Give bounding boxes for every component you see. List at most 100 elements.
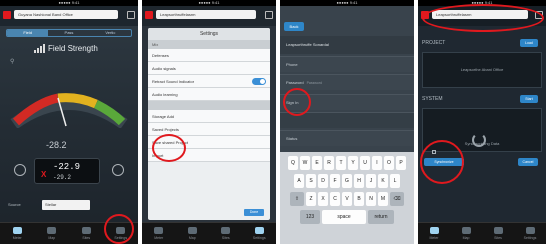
status-bar: ●●●●● 9:41: [280, 0, 414, 6]
meter-icon: [429, 227, 439, 234]
meter-icon: [154, 227, 164, 234]
key-d[interactable]: D: [318, 174, 328, 188]
key-h[interactable]: H: [354, 174, 364, 188]
key-e[interactable]: E: [312, 156, 322, 170]
key-p[interactable]: P: [396, 156, 406, 170]
edit-icon[interactable]: [265, 11, 273, 19]
tabbar-sites[interactable]: Sites: [482, 223, 514, 244]
key-v[interactable]: V: [342, 192, 352, 206]
key-q[interactable]: Q: [288, 156, 298, 170]
signal-gauge: [10, 93, 128, 128]
start-button[interactable]: Start: [520, 95, 538, 103]
map-icon: [187, 227, 197, 234]
key-o[interactable]: O: [384, 156, 394, 170]
source-select[interactable]: Stellar: [42, 200, 90, 210]
key-g[interactable]: G: [342, 174, 352, 188]
tab-bar: Meter Map Sites Settings: [418, 222, 546, 244]
key-u[interactable]: U: [360, 156, 370, 170]
sites-icon: [81, 227, 91, 234]
key-a[interactable]: A: [294, 174, 304, 188]
network-select[interactable]: Guyana Nashional Band Office: [14, 10, 118, 19]
back-button[interactable]: Back: [284, 22, 304, 31]
done-button[interactable]: Done: [244, 209, 264, 216]
key-i[interactable]: I: [372, 156, 382, 170]
tabbar-meter[interactable]: Meter: [418, 223, 450, 244]
phone-login-screen: ●●●●● 9:41 Back Leapsorthruffe Sonardal …: [280, 0, 414, 244]
key-c[interactable]: C: [330, 192, 340, 206]
map-icon: [47, 227, 57, 234]
phone-sync-screen: ●●●●● 9:41 Leapsorthruffelasrm PROJECT L…: [418, 0, 546, 244]
key-y[interactable]: Y: [348, 156, 358, 170]
settings-row-audio-signals[interactable]: Audio signals: [148, 62, 270, 75]
settings-sheet: Settings Mix Defenses Audio signals Retr…: [148, 28, 270, 220]
tab-bar: Meter Map Sites Settings: [142, 222, 276, 244]
nav-bar: Leapsorthruffelasrm: [142, 6, 276, 26]
key-n[interactable]: N: [366, 192, 376, 206]
app-icon[interactable]: [3, 11, 11, 19]
keyboard: Q W E R T Y U I O P A S D F G H J K L ⇧ …: [280, 152, 414, 244]
tabbar-sites[interactable]: Sites: [209, 223, 243, 244]
settings-row-audio-learning[interactable]: Audio learning: [148, 88, 270, 101]
highlight-circle: [283, 88, 311, 116]
info-icon[interactable]: [112, 164, 124, 176]
key-j[interactable]: J: [366, 174, 376, 188]
tabbar-meter[interactable]: Meter: [142, 223, 176, 244]
project-box: Leapsorthe Abani Office: [422, 52, 542, 88]
key-k[interactable]: K: [378, 174, 388, 188]
tabbar-map[interactable]: Map: [35, 223, 70, 244]
key-r[interactable]: R: [324, 156, 334, 170]
mode-segmented-control: Field Pass Vertic: [6, 29, 132, 37]
settings-row-retract-sound[interactable]: Retract Sound Indicator: [148, 75, 270, 88]
phone-settings-screen: ●●●●● 9:41 Leapsorthruffelasrm Settings …: [142, 0, 276, 244]
source-row: Source Stellar: [8, 200, 132, 210]
key-s[interactable]: S: [306, 174, 316, 188]
location-icon[interactable]: ⚲: [10, 58, 14, 65]
settings-row-storage[interactable]: Storage Add: [148, 110, 270, 123]
space-key[interactable]: space: [322, 210, 366, 224]
app-icon[interactable]: [145, 11, 153, 19]
key-m[interactable]: M: [378, 192, 388, 206]
key-x[interactable]: X: [318, 192, 328, 206]
key-t[interactable]: T: [336, 156, 346, 170]
return-key[interactable]: return: [368, 210, 394, 224]
highlight-circle-bottom: [420, 140, 464, 184]
map-icon: [461, 227, 471, 234]
settings-row-defenses[interactable]: Defenses: [148, 49, 270, 62]
status-row: Status: [280, 130, 414, 146]
nav-bar: Guyana Nashional Band Office: [0, 6, 138, 26]
gear-icon: [525, 227, 535, 234]
tabbar-map[interactable]: Map: [176, 223, 210, 244]
reading-value: -28.2: [46, 140, 67, 150]
highlight-circle: [104, 214, 134, 244]
delete-key[interactable]: ⌫: [390, 192, 404, 206]
gear-icon: [254, 227, 264, 234]
retract-sound-toggle[interactable]: [252, 78, 266, 85]
tabbar-settings[interactable]: Settings: [243, 223, 277, 244]
key-l[interactable]: L: [390, 174, 400, 188]
tab-pass[interactable]: Pass: [48, 30, 89, 36]
key-z[interactable]: Z: [306, 192, 316, 206]
key-b[interactable]: B: [354, 192, 364, 206]
tab-vertic[interactable]: Vertic: [90, 30, 131, 36]
record-button[interactable]: [14, 164, 26, 176]
tab-field[interactable]: Field: [7, 30, 49, 36]
key-w[interactable]: W: [300, 156, 310, 170]
highlight-circle: [152, 134, 186, 162]
phone-field[interactable]: Phone: [280, 56, 414, 72]
password-placeholder: Password: [306, 81, 322, 85]
load-button[interactable]: Load: [520, 39, 538, 47]
tabbar-meter[interactable]: Meter: [0, 223, 35, 244]
edit-icon[interactable]: [127, 11, 135, 19]
phone-meter-screen: ●●●●● 9:41 Guyana Nashional Band Office …: [0, 0, 138, 244]
cancel-button[interactable]: Cancel: [518, 158, 538, 166]
shift-key[interactable]: ⇧: [290, 192, 304, 206]
tabbar-map[interactable]: Map: [450, 223, 482, 244]
tabbar-settings[interactable]: Settings: [514, 223, 546, 244]
lcd-display: X -22.9 -29.2: [34, 158, 100, 184]
project-section-label: PROJECT: [422, 40, 446, 46]
project-select[interactable]: Leapsorthruffelasrm: [156, 10, 256, 19]
page-title: Field Strength: [48, 44, 98, 53]
numbers-key[interactable]: 123: [300, 210, 320, 224]
key-f[interactable]: F: [330, 174, 340, 188]
tabbar-sites[interactable]: Sites: [69, 223, 104, 244]
